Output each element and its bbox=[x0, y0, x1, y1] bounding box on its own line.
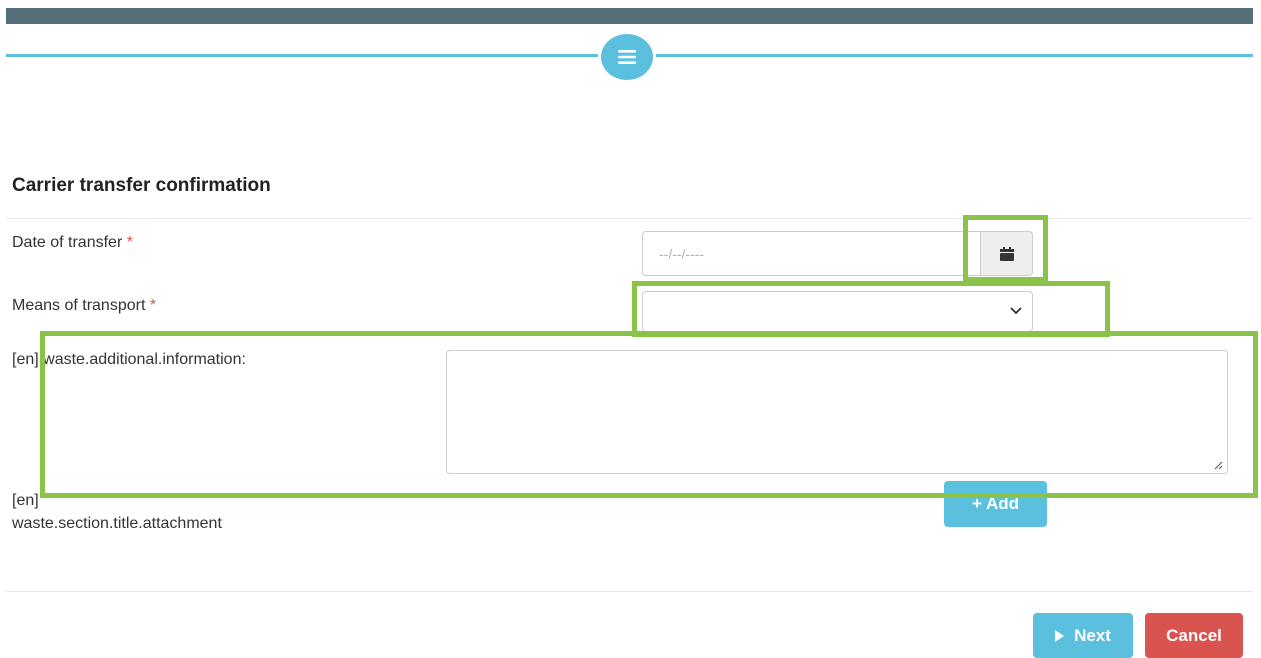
cancel-button[interactable]: Cancel bbox=[1145, 613, 1243, 658]
add-attachment-button[interactable]: + Add bbox=[944, 481, 1047, 527]
plus-icon: + bbox=[972, 494, 982, 513]
footer-divider bbox=[6, 591, 1253, 592]
next-button[interactable]: Next bbox=[1033, 613, 1133, 658]
top-bar bbox=[6, 8, 1253, 24]
date-of-transfer-label: Date of transfer * bbox=[12, 234, 133, 252]
means-of-transport-label: Means of transport * bbox=[12, 297, 156, 315]
resize-handle-icon[interactable] bbox=[1213, 460, 1223, 470]
attachment-label-line2: waste.section.title.attachment bbox=[12, 515, 222, 532]
attachment-label: [en] waste.section.title.attachment bbox=[12, 489, 222, 535]
calendar-icon bbox=[999, 246, 1014, 261]
additional-information-label: [en] waste.additional.information: bbox=[12, 351, 246, 368]
add-button-label: Add bbox=[985, 494, 1019, 513]
date-of-transfer-input[interactable] bbox=[642, 231, 980, 276]
attachment-label-line1: [en] bbox=[12, 492, 39, 509]
date-label-text: Date of transfer bbox=[12, 234, 123, 251]
chevron-down-icon bbox=[1010, 307, 1022, 315]
next-button-label: Next bbox=[1074, 625, 1111, 645]
calendar-button[interactable] bbox=[980, 231, 1033, 276]
required-mark: * bbox=[149, 297, 157, 314]
play-icon bbox=[1055, 629, 1065, 642]
required-mark: * bbox=[126, 234, 133, 251]
means-of-transport-select[interactable] bbox=[642, 291, 1033, 332]
divider bbox=[6, 218, 1253, 219]
transport-label-text: Means of transport bbox=[12, 297, 146, 314]
additional-information-textarea[interactable] bbox=[446, 350, 1228, 474]
hamburger-menu-icon[interactable] bbox=[598, 31, 656, 83]
cancel-button-label: Cancel bbox=[1166, 625, 1222, 645]
section-title: Carrier transfer confirmation bbox=[12, 175, 271, 196]
